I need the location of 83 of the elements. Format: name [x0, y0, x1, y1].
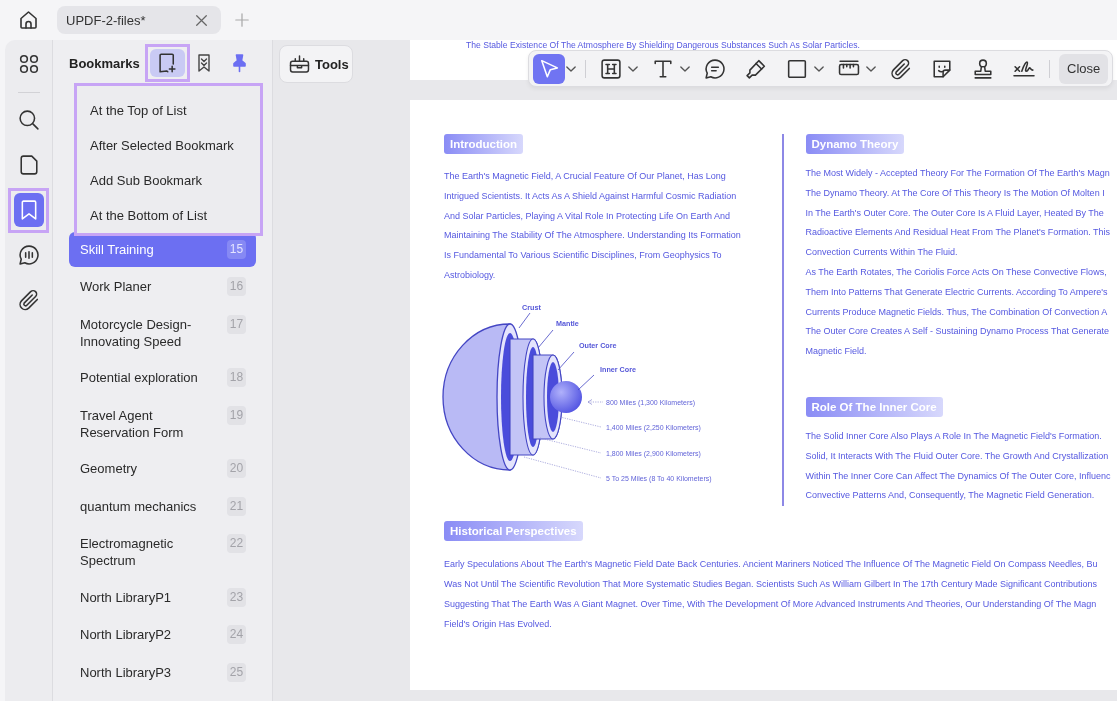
bookmark-title: Geometry — [80, 460, 139, 477]
page-number: 19 — [227, 405, 246, 425]
paperclip-icon — [891, 58, 911, 79]
page-number: 20 — [227, 459, 246, 478]
toolbox-icon — [290, 55, 309, 73]
section-heading: Introduction — [444, 134, 524, 154]
distance-line — [587, 398, 604, 405]
bookmark-title: Motorcycle Design-Innovating Speed — [80, 315, 193, 350]
signature-icon — [1014, 58, 1034, 79]
bookmark-item[interactable]: North LibraryP1 23 — [69, 580, 256, 615]
section-heading: Historical Perspectives — [444, 521, 583, 542]
rectangle-icon — [787, 58, 807, 79]
caret-icon[interactable] — [814, 65, 824, 72]
menu-item[interactable]: At the Bottom of List — [77, 198, 260, 233]
page-number: 23 — [227, 587, 246, 607]
page-number: 21 — [227, 496, 246, 516]
bookmark-item[interactable]: Work Planer 16 — [69, 269, 256, 305]
caret-icon[interactable] — [680, 65, 690, 72]
pen-icon — [746, 58, 766, 79]
distance-line — [559, 416, 602, 428]
page-number: 16 — [227, 277, 246, 296]
bookmark-title: North LibraryP3 — [80, 663, 173, 681]
bookmark-item[interactable]: Potential exploration 18 — [69, 360, 256, 396]
bookmark-title: Travel Agent Reservation Form — [80, 406, 185, 441]
inner-core-sphere — [550, 380, 582, 413]
home-icon[interactable] — [20, 11, 37, 29]
leader-line — [518, 312, 531, 329]
grid-icon — [18, 54, 39, 74]
bookmark-item[interactable]: Motorcycle Design-Innovating Speed 17 — [69, 307, 256, 358]
bookmark-title: North LibraryP2 — [80, 626, 173, 643]
text-icon — [653, 58, 673, 79]
menu-item[interactable]: Add Sub Bookmark — [77, 163, 260, 198]
bookmark-plus-icon — [159, 53, 176, 73]
sticker-icon — [932, 58, 952, 79]
close-button[interactable]: Close — [1059, 53, 1109, 84]
paragraph: The Earth's Magnetic Field, A Crucial Feature Of Our Planet, Has Long Intrigued Scientists. It Acts As A Shield Against Harmful Cosmic Radiation And Solar Particles, Playing A Vital Role In Protecting Life On Earth And Maintaining The Stability Of The Atmosphere. Understanding Its Formation Is Fundamental To Various Scientific Disciplines, From Geophysics To Astrobiology. — [444, 170, 741, 282]
page-number: 18 — [227, 368, 246, 387]
bookmark-item[interactable]: North LibraryP3 25 — [69, 655, 256, 690]
close-icon[interactable] — [196, 14, 207, 26]
bookmark-title: Potential exploration — [80, 369, 199, 386]
menu-item[interactable]: After Selected Bookmark — [77, 128, 260, 163]
paragraph: Early Speculations About The Earth's Magnetic Field Date Back Centuries. Ancient Mariners Noticed The Influence Of The Magnetic Field On Compass Needles, Bu Was Not Until The Scientific Revolution That More Systematic Studies Began. Scientists Such As William Gilbert In The 17th Century Made Significant Contributions Suggesting That The Earth Was A Giant Magnet. Over Time, With The Development Of More Advanced Instruments And Theories, Our Understanding Of The Magn Field's Origin Has Evolved. — [444, 558, 1098, 631]
caret-icon[interactable] — [866, 65, 876, 72]
document-tab[interactable]: UPDF-2-files* — [57, 6, 221, 34]
comment-icon — [705, 58, 725, 79]
bookmark-item[interactable]: Geometry 20 — [69, 451, 256, 487]
pin-icon[interactable] — [233, 54, 246, 72]
panel-title: Bookmarks — [69, 55, 141, 71]
caret-icon[interactable] — [628, 65, 638, 72]
paragraph: The Most Widely - Accepted Theory For The Formation Of The Earth's Magn The Dynamo Theory. At The Core Of This Theory Is The Motion Of Molten I In The Earth's Outer Core. The Outer Core Is A Fluid Layer, Heated By The Radioactive Elements And Residual Heat From The Planet's Formation. This Convection Currents Within The Fluid. As The Earth Rotates, The Coriolis Force Acts On These Convective Flows, Them Into Patterns That Generate Electric Currents. According To Ampere's Currents Produce Magnetic Fields. Thus, The Combination Of Convection A The Outer Core Creates A Self - Sustaining Dynamo Process That Generate Magnetic Field. — [805, 167, 1111, 359]
page-icon — [18, 155, 39, 175]
page-number: 15 — [227, 239, 246, 259]
distance-line — [539, 437, 602, 454]
page-text: The Stable Existence Of The Atmosphere By Shielding Dangerous Substances Such As Solar Particles. — [466, 40, 860, 50]
cursor-icon — [539, 58, 559, 79]
bookmark-item[interactable]: quantum mechanics 21 — [69, 489, 256, 524]
heading-icon — [601, 58, 621, 79]
leader-line — [577, 374, 595, 391]
page-number: 22 — [227, 534, 246, 553]
chat-bubble-icon — [18, 245, 39, 265]
bookmark-title: Work Planer — [80, 278, 153, 295]
section-heading: Role Of The Inner Core — [805, 396, 943, 417]
bookmark-item[interactable]: Travel Agent Reservation Form 19 — [69, 398, 256, 449]
tools-button[interactable]: Tools — [279, 45, 353, 83]
page-number: 25 — [227, 662, 246, 682]
page-number: 24 — [227, 625, 246, 644]
search-icon — [18, 110, 39, 130]
leader-line — [557, 351, 575, 371]
bookmark-icon[interactable] — [198, 54, 210, 72]
bookmark-title: quantum mechanics — [80, 497, 198, 515]
stamp-icon — [973, 58, 993, 79]
leader-line — [537, 329, 554, 349]
page-number: 17 — [227, 314, 246, 334]
caret-icon[interactable] — [566, 65, 576, 72]
paragraph: The Solid Inner Core Also Plays A Role In The Magnetic Field's Formation. Solid, It Interacts With The Fluid Outer Core. The Growth And Crystallization Within The Inner Core Can Affect The Dynamics Of The Outer Core, Influenc Convective Patterns And, Consequently, The Magnetic Field Generation. — [805, 429, 1111, 503]
bookmark-title: North LibraryP1 — [80, 588, 173, 606]
paperclip-icon — [18, 290, 39, 310]
bookmark-item[interactable]: North LibraryP2 24 — [69, 617, 256, 653]
menu-item[interactable]: At the Top of List — [77, 93, 260, 128]
section-heading: Dynamo Theory — [805, 134, 905, 154]
bookmark-title: Skill Training — [80, 240, 155, 258]
bookmark-title: Electromagnetic Spectrum — [80, 535, 175, 569]
bookmark-item[interactable]: Electromagnetic Spectrum 22 — [69, 526, 256, 578]
